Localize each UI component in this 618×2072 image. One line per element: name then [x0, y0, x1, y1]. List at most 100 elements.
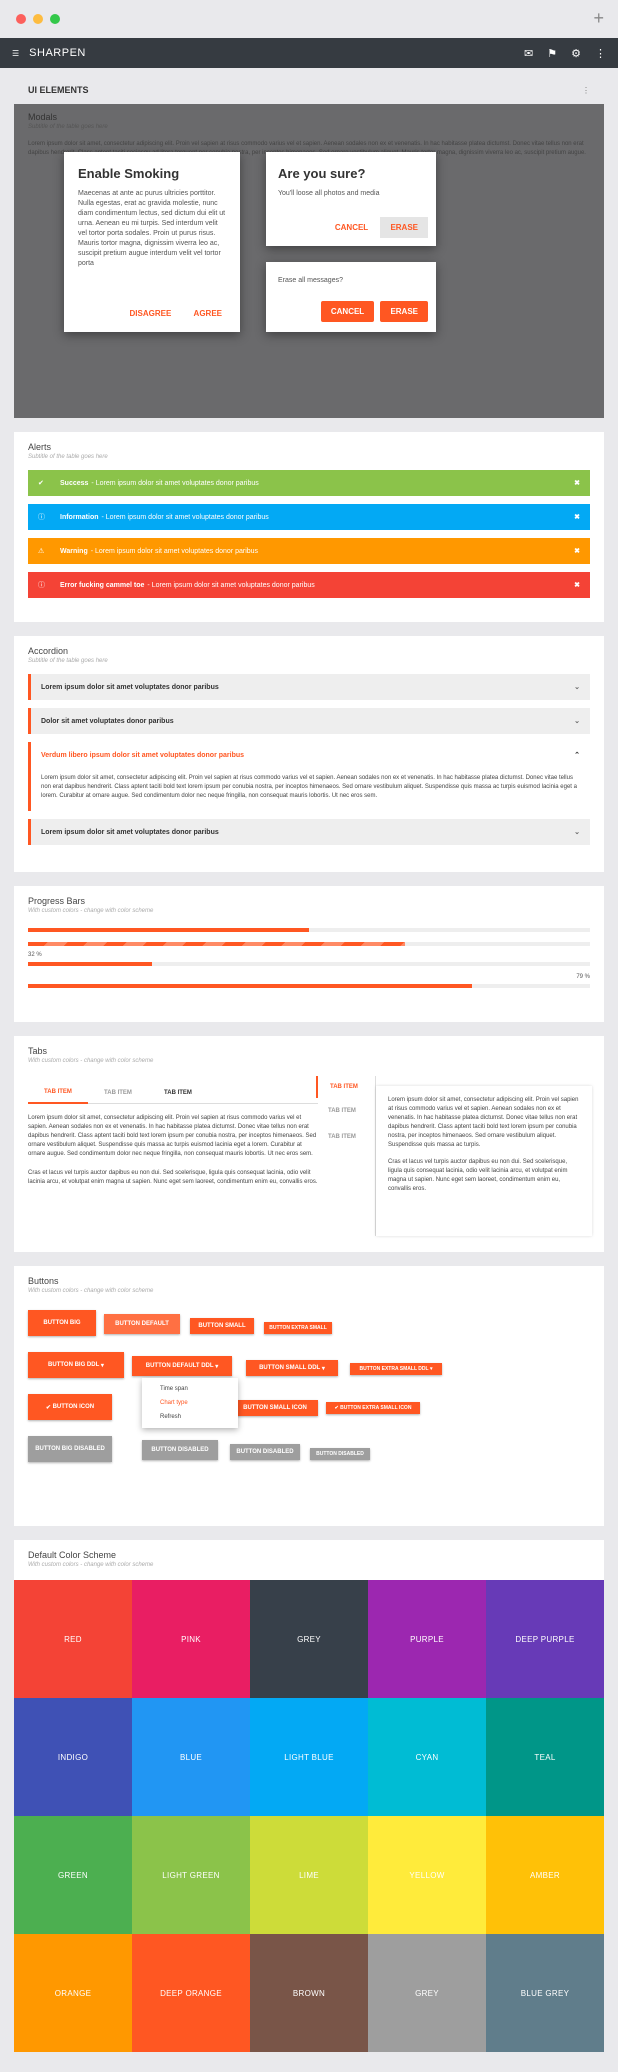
- button-extra-small-ddl[interactable]: BUTTON EXTRA SMALL DDL ▾: [350, 1363, 442, 1375]
- tab-item[interactable]: TAB ITEM: [148, 1090, 208, 1096]
- tabs-subtitle: With custom colors - change with color s…: [28, 1058, 154, 1064]
- buttons-card: Buttons With custom colors - change with…: [14, 1266, 604, 1526]
- disagree-button[interactable]: DISAGREE: [120, 303, 182, 324]
- brand-logo[interactable]: SHARPEN: [29, 47, 86, 59]
- close-dot[interactable]: [16, 14, 26, 24]
- menu-item-active[interactable]: Chart type: [142, 1396, 238, 1410]
- vertical-tab[interactable]: TAB ITEM: [316, 1124, 375, 1150]
- button-big-ddl[interactable]: BUTTON BIG DDL ▾: [28, 1352, 124, 1378]
- erase-button[interactable]: ERASE: [380, 301, 428, 322]
- tabs-card: Tabs With custom colors - change with co…: [14, 1036, 604, 1252]
- tab-content: Cras et lacus vel turpis auctor dapibus …: [28, 1170, 318, 1185]
- dialog-body: Maecenas at ante ac purus ultricies port…: [78, 190, 226, 267]
- accordion-item[interactable]: Lorem ipsum dolor sit amet voluptates do…: [28, 819, 590, 845]
- flag-icon[interactable]: ⚑: [547, 47, 557, 60]
- alert-title: Error fucking cammel toe: [60, 581, 145, 589]
- color-swatch: INDIGO: [14, 1698, 132, 1816]
- chevron-down-icon: ⌄: [574, 684, 580, 691]
- more-icon[interactable]: ⋮: [595, 47, 606, 60]
- color-swatch: ORANGE: [14, 1934, 132, 2052]
- dialog-body: You'll loose all photos and media: [278, 190, 380, 197]
- color-scheme-card: Default Color Scheme With custom colors …: [14, 1540, 604, 1580]
- alert-info: ⓘ Information - Lorem ipsum dolor sit amet…: [28, 504, 590, 530]
- tab-item-active[interactable]: TAB ITEM: [28, 1082, 88, 1104]
- accordion-body: Lorem ipsum dolor sit amet, consectetur …: [28, 768, 590, 811]
- hamburger-icon[interactable]: ☰: [12, 49, 19, 58]
- modals-subtitle: Subtitle of the table goes here: [28, 124, 108, 130]
- dialog-title: Are you sure?: [278, 166, 366, 181]
- close-icon[interactable]: ✖: [574, 547, 580, 555]
- accordion-item[interactable]: Dolor sit amet voluptates donor paribus ⌄: [28, 708, 590, 734]
- mail-icon[interactable]: ✉: [524, 47, 533, 60]
- accordion-title: Accordion: [28, 646, 69, 656]
- dialog-title: Enable Smoking: [78, 166, 180, 181]
- minimize-dot[interactable]: [33, 14, 43, 24]
- vertical-tab-content: Cras et lacus vel turpis auctor dapibus …: [388, 1159, 568, 1192]
- color-swatch: LIME: [250, 1816, 368, 1934]
- cancel-button[interactable]: CANCEL: [325, 217, 378, 238]
- kebab-icon[interactable]: ⋮: [582, 86, 590, 95]
- gear-icon[interactable]: ⚙: [571, 47, 581, 60]
- accordion-label: Dolor sit amet voluptates donor paribus: [41, 717, 174, 725]
- window-chrome: +: [0, 0, 618, 38]
- close-icon[interactable]: ✖: [574, 513, 580, 521]
- dialog-body: Erase all messages?: [278, 277, 343, 284]
- color-grid: RED PINK GREY PURPLE DEEP PURPLE INDIGO BLUE LI…: [14, 1580, 604, 2052]
- color-swatch: BROWN: [250, 1934, 368, 2052]
- button-icon[interactable]: ✔ BUTTON ICON: [28, 1394, 112, 1420]
- new-tab-icon[interactable]: +: [593, 8, 604, 29]
- color-swatch: RED: [14, 1580, 132, 1698]
- error-icon: ⓘ: [38, 582, 45, 589]
- accordion-card: Accordion Subtitle of the table goes her…: [14, 636, 604, 872]
- alert-text: - Lorem ipsum dolor sit amet voluptates …: [147, 581, 315, 589]
- erase-button[interactable]: ERASE: [380, 217, 428, 238]
- color-swatch: BLUE: [132, 1698, 250, 1816]
- check-icon: ✔: [45, 1404, 51, 1411]
- progress-bar: [28, 962, 590, 966]
- buttons-subtitle: With custom colors - change with color s…: [28, 1288, 154, 1294]
- close-icon[interactable]: ✖: [574, 479, 580, 487]
- vertical-tab-active[interactable]: TAB ITEM: [316, 1076, 375, 1098]
- chevron-down-icon: ⌄: [574, 829, 580, 836]
- button-extra-small-icon[interactable]: ✔ BUTTON EXTRA SMALL ICON: [326, 1402, 420, 1414]
- button-default[interactable]: BUTTON DEFAULT: [104, 1314, 180, 1334]
- erase-messages-dialog: Erase all messages? CANCEL ERASE: [266, 262, 436, 332]
- alerts-card: Alerts Subtitle of the table goes here ✔…: [14, 432, 604, 622]
- progress-label: 32 %: [28, 952, 42, 958]
- browser-window: + ☰ SHARPEN ✉ ⚑ ⚙ ⋮ UI ELEMENTS ⋮ Modals…: [0, 0, 618, 2072]
- cancel-button[interactable]: CANCEL: [320, 301, 375, 322]
- progress-bar-striped: [28, 942, 590, 946]
- button-default-ddl[interactable]: BUTTON DEFAULT DDL ▾: [132, 1356, 232, 1376]
- progress-subtitle: With custom colors - change with color s…: [28, 908, 154, 914]
- color-swatch: TEAL: [486, 1698, 604, 1816]
- accordion-item-open[interactable]: Verdum libero ipsum dolor sit amet volup…: [28, 742, 590, 768]
- button-big[interactable]: BUTTON BIG: [28, 1310, 96, 1336]
- button-small-ddl[interactable]: BUTTON SMALL DDL ▾: [246, 1360, 338, 1376]
- button-extra-small[interactable]: BUTTON EXTRA SMALL: [264, 1322, 332, 1334]
- close-icon[interactable]: ✖: [574, 581, 580, 589]
- alert-success: ✔ Success - Lorem ipsum dolor sit amet vol…: [28, 470, 590, 496]
- enable-smoking-dialog: Enable Smoking Maecenas at ante ac purus…: [64, 152, 240, 332]
- warning-icon: ⚠: [38, 548, 45, 555]
- button-small-icon[interactable]: BUTTON SMALL ICON: [232, 1400, 318, 1416]
- button-small[interactable]: BUTTON SMALL: [190, 1318, 254, 1334]
- alerts-subtitle: Subtitle of the table goes here: [28, 454, 108, 460]
- dropdown-menu: Time span Chart type Refresh: [142, 1378, 238, 1428]
- button-disabled: BUTTON DISABLED: [142, 1440, 218, 1460]
- color-swatch: YELLOW: [368, 1816, 486, 1934]
- progress-label: 79 %: [576, 974, 590, 980]
- maximize-dot[interactable]: [50, 14, 60, 24]
- alert-text: - Lorem ipsum dolor sit amet voluptates …: [101, 513, 269, 521]
- alerts-title: Alerts: [28, 442, 52, 452]
- menu-item[interactable]: Refresh: [142, 1410, 238, 1424]
- vertical-tab[interactable]: TAB ITEM: [316, 1098, 375, 1124]
- color-swatch: PINK: [132, 1580, 250, 1698]
- modals-card: Modals Subtitle of the table goes here L…: [14, 104, 604, 418]
- agree-button[interactable]: AGREE: [184, 303, 232, 324]
- tab-item[interactable]: TAB ITEM: [88, 1090, 148, 1096]
- color-swatch: BLUE GREY: [486, 1934, 604, 2052]
- menu-item[interactable]: Time span: [142, 1382, 238, 1396]
- accordion-item[interactable]: Lorem ipsum dolor sit amet voluptates do…: [28, 674, 590, 700]
- accordion-label: Lorem ipsum dolor sit amet voluptates do…: [41, 683, 219, 691]
- button-extra-small-disabled: BUTTON DISABLED: [310, 1448, 370, 1460]
